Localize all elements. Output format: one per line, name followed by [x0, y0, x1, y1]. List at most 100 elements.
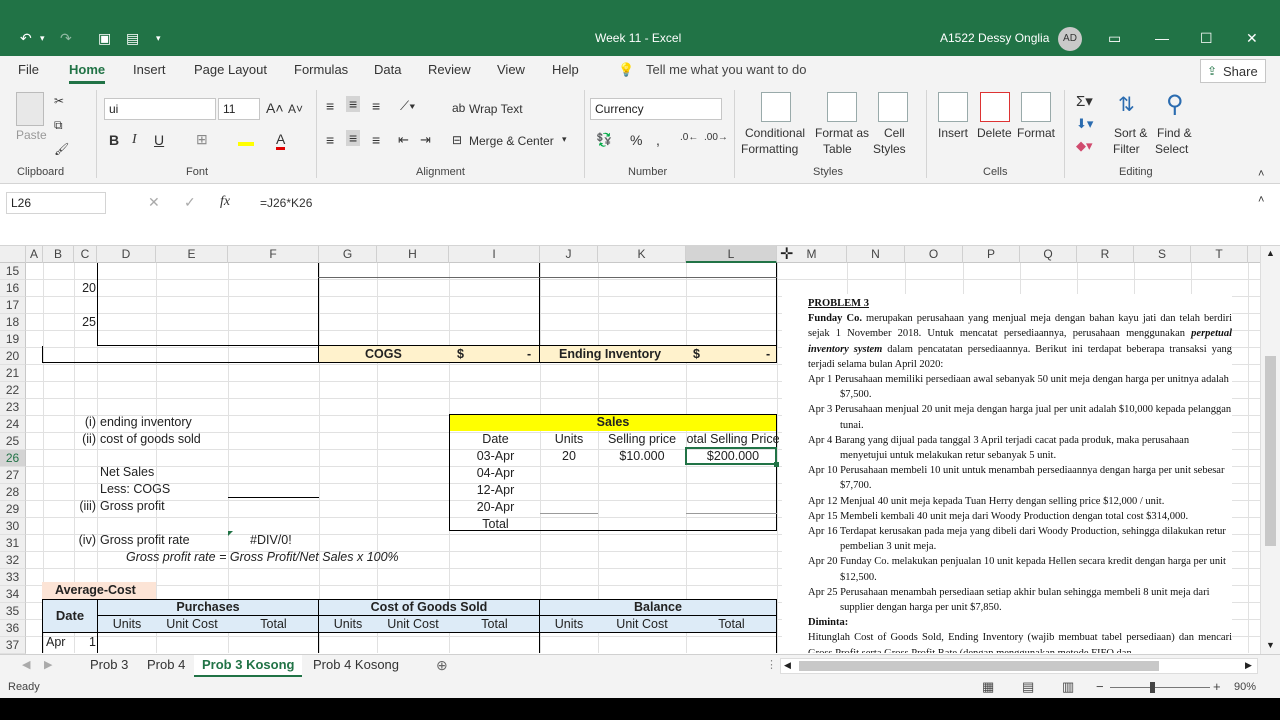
paste-button[interactable]: Paste — [16, 128, 47, 142]
row-header-27[interactable]: 27 — [0, 467, 26, 484]
hscroll-thumb[interactable] — [799, 661, 1159, 671]
font-name-select[interactable]: ui — [104, 98, 216, 120]
sub-header-units[interactable]: Units — [540, 616, 598, 633]
col-header-t[interactable]: T — [1191, 246, 1248, 263]
decrease-indent-icon[interactable]: ⇤ — [398, 132, 409, 148]
col-header-h[interactable]: H — [377, 246, 449, 263]
zoom-out-icon[interactable]: − — [1096, 679, 1104, 694]
sheet-tab-prob4-kosong[interactable]: Prob 4 Kosong — [305, 655, 407, 677]
cell-c37[interactable]: 1 — [76, 634, 96, 651]
col-header-l[interactable]: L — [686, 246, 777, 263]
sales-cell-2-0[interactable]: 12-Apr — [450, 482, 541, 499]
purchases-header[interactable]: Purchases — [98, 599, 318, 616]
page-layout-view-icon[interactable]: ▤ — [1022, 679, 1034, 695]
more-icon[interactable]: ⋮ — [766, 658, 777, 671]
cell-c18[interactable]: 25 — [74, 314, 96, 331]
increase-font-icon[interactable]: A˄ — [266, 100, 284, 116]
col-header-p[interactable]: P — [963, 246, 1020, 263]
cell-d25[interactable]: cost of goods sold — [100, 431, 201, 448]
customize-qat-icon[interactable]: ▾ — [156, 28, 161, 48]
cell-f31[interactable]: #DIV/0! — [250, 532, 292, 549]
scroll-thumb[interactable] — [1265, 356, 1276, 546]
cell-c31[interactable]: (iv) — [74, 532, 96, 549]
undo-icon[interactable]: ↶ — [20, 28, 32, 48]
name-box[interactable]: L26 — [6, 192, 106, 214]
active-cell-l26[interactable] — [685, 447, 777, 465]
col-header-n[interactable]: N — [847, 246, 905, 263]
row-header-31[interactable]: 31 — [0, 535, 26, 552]
close-icon[interactable]: ✕ — [1246, 28, 1258, 48]
expand-formula-icon[interactable]: ˄ — [1258, 194, 1264, 206]
row-header-24[interactable]: 24 — [0, 416, 26, 433]
fill-icon[interactable]: ⬇▾ — [1076, 116, 1093, 132]
cell-styles-button[interactable]: Cell — [884, 126, 905, 140]
cell-d32[interactable]: Gross profit rate = Gross Profit/Net Sal… — [126, 549, 399, 566]
sales-title[interactable]: Sales — [449, 414, 777, 431]
row-header-19[interactable]: 19 — [0, 331, 26, 348]
tab-formulas[interactable]: Formulas — [294, 62, 348, 77]
col-header-i[interactable]: I — [449, 246, 540, 263]
sales-header-2[interactable]: Selling price — [598, 431, 686, 448]
clear-icon[interactable]: ◆▾ — [1076, 138, 1093, 154]
cell-c29[interactable]: (iii) — [74, 498, 96, 515]
cell-d24[interactable]: ending inventory — [100, 414, 192, 431]
row-header-23[interactable]: 23 — [0, 399, 26, 416]
cell-c24[interactable]: (i) — [74, 414, 96, 431]
row-header-20[interactable]: 20 — [0, 348, 26, 365]
paste-icon[interactable] — [16, 92, 44, 126]
col-header-s[interactable]: S — [1134, 246, 1191, 263]
accounting-format-icon[interactable]: 💱 — [596, 132, 612, 148]
col-header-o[interactable]: O — [905, 246, 963, 263]
tab-home[interactable]: Home — [69, 62, 106, 84]
sub-header-units[interactable]: Units — [319, 616, 377, 633]
tab-scroll-right-icon[interactable]: ▶ — [44, 658, 52, 671]
row-header-25[interactable]: 25 — [0, 433, 26, 450]
ribbon-display-icon[interactable]: ▭ — [1108, 28, 1121, 48]
find-select-button[interactable]: Find & — [1157, 126, 1192, 140]
tab-view[interactable]: View — [497, 62, 525, 77]
cut-icon[interactable]: ✂ — [54, 94, 64, 108]
tab-scroll-left-icon[interactable]: ◀ — [22, 658, 30, 671]
insert-cells-button[interactable]: Insert — [938, 126, 968, 140]
zoom-in-icon[interactable]: + — [1213, 679, 1221, 694]
sales-cell-1-0[interactable]: 04-Apr — [450, 465, 541, 482]
align-right-icon[interactable]: ≡ — [372, 132, 380, 148]
formula-input[interactable]: =J26*K26 — [260, 196, 312, 210]
hscroll-left-icon[interactable]: ◀ — [784, 660, 791, 671]
sub-header-unit_cost[interactable]: Unit Cost — [377, 616, 449, 633]
top-align-icon[interactable]: ≡ — [326, 98, 334, 114]
orientation-icon[interactable]: ⟋▾ — [400, 98, 415, 114]
hscroll-right-icon[interactable]: ▶ — [1245, 660, 1252, 671]
sheet-tab-prob4[interactable]: Prob 4 — [139, 655, 193, 677]
row-header-37[interactable]: 37 — [0, 637, 26, 654]
align-center-icon[interactable]: ≡ — [346, 130, 361, 146]
format-as-table-button[interactable]: Format as — [815, 126, 869, 140]
cell-d28[interactable]: Less: COGS — [100, 481, 170, 498]
col-header-a[interactable]: A — [26, 246, 43, 263]
row-header-15[interactable]: 15 — [0, 263, 26, 280]
sales-cell-4-2[interactable] — [598, 516, 686, 533]
sales-cell-0-2[interactable]: $10.000 — [598, 448, 686, 465]
percent-icon[interactable]: % — [630, 132, 642, 148]
share-button[interactable]: ⇪ Share — [1200, 59, 1266, 83]
number-format-select[interactable]: Currency — [590, 98, 722, 120]
cell-c16[interactable]: 20 — [74, 280, 96, 297]
tab-data[interactable]: Data — [374, 62, 401, 77]
sales-cell-2-3[interactable] — [686, 482, 780, 499]
sub-header-units[interactable]: Units — [98, 616, 156, 633]
balance-header[interactable]: Balance — [540, 599, 776, 616]
increase-decimal-icon[interactable]: .0← — [680, 132, 698, 143]
row-header-26[interactable]: 26 — [0, 450, 26, 467]
sales-cell-2-2[interactable] — [598, 482, 686, 499]
sub-header-total[interactable]: Total — [686, 616, 777, 633]
delete-cells-button[interactable]: Delete — [977, 126, 1012, 140]
sales-header-1[interactable]: Units — [540, 431, 598, 448]
tab-page-layout[interactable]: Page Layout — [194, 62, 267, 77]
cell-b34[interactable]: Average-Cost — [42, 582, 156, 599]
merge-center-button[interactable]: Merge & Center — [469, 134, 554, 148]
normal-view-icon[interactable]: ▦ — [982, 679, 994, 695]
col-header-k[interactable]: K — [598, 246, 686, 263]
avatar[interactable]: AD — [1058, 27, 1082, 51]
tab-help[interactable]: Help — [552, 62, 579, 77]
cell-b37[interactable]: Apr — [46, 634, 65, 651]
